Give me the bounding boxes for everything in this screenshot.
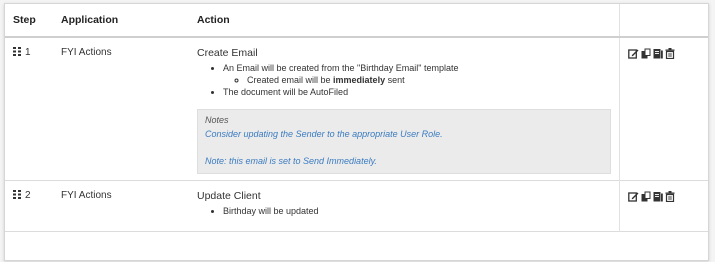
- row-tools-cell: [620, 37, 709, 181]
- header-application[interactable]: Application: [53, 4, 189, 38]
- notes-box: Notes Consider updating the Sender to th…: [197, 109, 611, 174]
- edit-icon[interactable]: [628, 48, 639, 59]
- application-cell: FYI Actions: [61, 47, 112, 58]
- workflow-steps-table: Step Application Action 1 FYI Actions Cr…: [5, 4, 708, 232]
- notes-line: Consider updating the Sender to the appr…: [205, 129, 443, 139]
- header-action[interactable]: Action: [189, 4, 620, 38]
- action-details-list: Birthday will be updated: [197, 205, 611, 217]
- action-details-list: An Email will be created from the "Birth…: [197, 62, 611, 98]
- action-title: Update Client: [197, 190, 261, 202]
- application-cell: FYI Actions: [61, 190, 112, 201]
- step-cell: 2: [5, 181, 53, 232]
- delete-icon[interactable]: [665, 191, 675, 202]
- row-actions: [628, 47, 700, 59]
- action-detail: The document will be AutoFiled: [223, 86, 611, 98]
- step-cell: 1: [5, 37, 53, 181]
- table-row: 2 FYI Actions Update Client Birthday wil…: [5, 180, 709, 232]
- notes-line: Note: this email is set to Send Immediat…: [205, 156, 377, 166]
- step-number: 2: [25, 190, 31, 201]
- action-detail: An Email will be created from the "Birth…: [223, 62, 611, 74]
- copy-icon[interactable]: [641, 191, 651, 202]
- drag-handle-icon[interactable]: [13, 47, 22, 56]
- action-title: Create Email: [197, 47, 258, 59]
- emphasis-text: immediately: [333, 75, 386, 85]
- delete-icon[interactable]: [665, 48, 675, 59]
- action-detail-nested: Created email will be immediately sent: [223, 74, 611, 86]
- step-number: 1: [25, 47, 31, 58]
- row-tools-cell: [620, 181, 709, 232]
- action-cell: Update Client Birthday will be updated: [189, 180, 620, 232]
- row-actions: [628, 190, 700, 202]
- action-cell: Create Email An Email will be created fr…: [189, 37, 620, 181]
- header-step[interactable]: Step: [5, 4, 53, 38]
- workflow-steps-panel: Step Application Action 1 FYI Actions Cr…: [4, 3, 709, 261]
- notes-heading: Notes: [205, 115, 229, 125]
- template-icon[interactable]: [653, 191, 663, 202]
- table-header-row: Step Application Action: [5, 4, 708, 38]
- template-icon[interactable]: [653, 48, 663, 59]
- action-detail: Birthday will be updated: [223, 205, 611, 217]
- header-tools: [619, 4, 708, 38]
- table-row: 1 FYI Actions Create Email An Email will…: [5, 37, 708, 181]
- action-subdetail: Created email will be immediately sent: [247, 74, 611, 86]
- drag-handle-icon[interactable]: [13, 190, 22, 199]
- edit-icon[interactable]: [628, 191, 639, 202]
- copy-icon[interactable]: [641, 48, 651, 59]
